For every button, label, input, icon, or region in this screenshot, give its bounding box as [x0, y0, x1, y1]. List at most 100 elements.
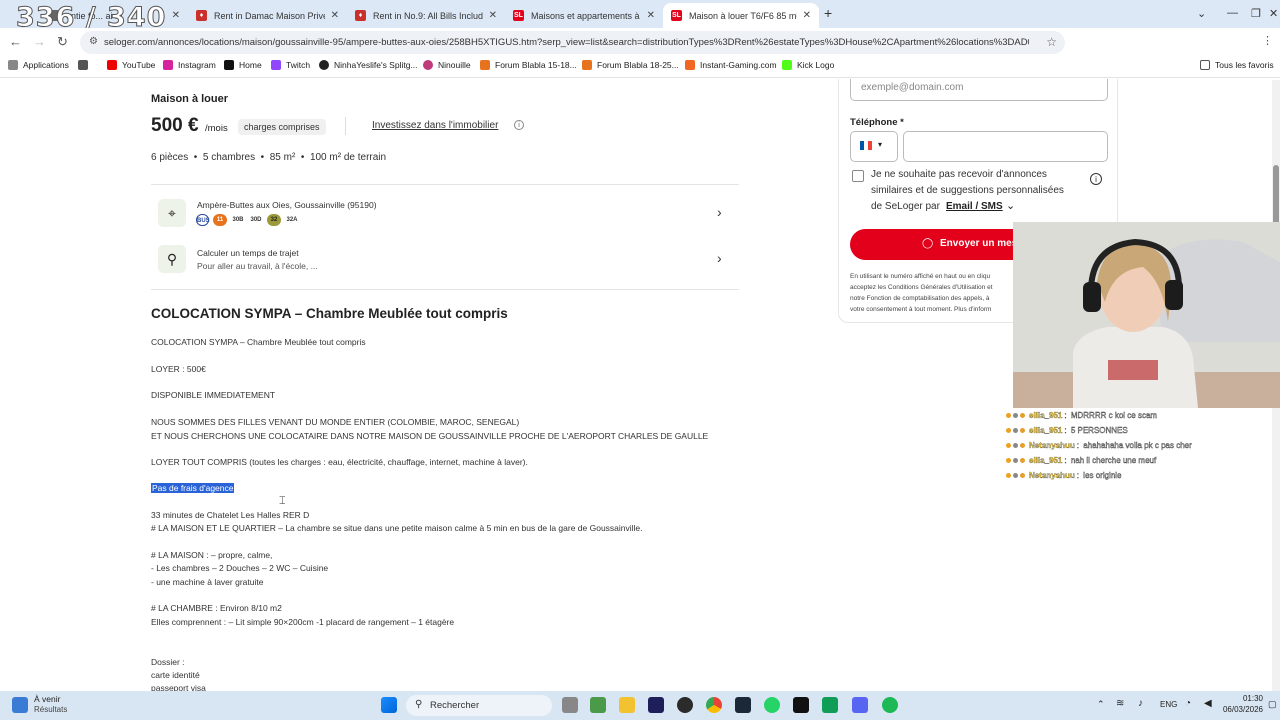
optout-checkbox[interactable]	[852, 170, 864, 182]
discord-icon[interactable]	[852, 697, 868, 713]
app-icon[interactable]	[590, 697, 606, 713]
description-line: - une machine à laver gratuite	[151, 577, 264, 587]
steam-icon[interactable]	[735, 697, 751, 713]
description-line: 33 minutes de Chatelet Les Halles RER D	[151, 510, 310, 520]
browser-tab[interactable]: SL Maisons et appartements à lou ✕	[505, 3, 663, 28]
notification-icon[interactable]: ▢	[1268, 699, 1277, 710]
forward-icon[interactable]: →	[33, 34, 46, 49]
badge-icon	[1006, 428, 1011, 433]
apps-grid-icon	[8, 60, 18, 70]
bookmark-splitgate[interactable]: NinhaYeslife's Splitg...	[319, 60, 418, 70]
close-icon[interactable]: ✕	[647, 10, 655, 21]
trajet-title[interactable]: Calculer un temps de trajet	[197, 248, 299, 258]
charges-badge: charges comprises	[238, 119, 326, 135]
microphone-icon[interactable]: ♪	[1138, 698, 1143, 709]
optout-text: Je ne souhaite pas recevoir d'annonces	[871, 169, 1047, 180]
tray-chevron-icon[interactable]: ⌃	[1097, 699, 1105, 710]
new-tab-icon[interactable]: +	[824, 5, 832, 21]
description-line: Elles comprennent : – Lit simple 90×200c…	[151, 617, 455, 627]
chrome-icon[interactable]	[706, 697, 722, 713]
bookmark-forum-1825[interactable]: Forum Blabla 18-25...	[582, 60, 679, 70]
maximize-icon[interactable]: ❐	[1251, 7, 1261, 20]
volume-icon[interactable]: ◀	[1204, 698, 1212, 709]
youtube-icon	[107, 60, 117, 70]
description-line: NOUS SOMMES DES FILLES VENANT DU MONDE E…	[151, 417, 520, 427]
bookmark-grid[interactable]	[78, 60, 93, 70]
address-bar[interactable]: ⚙ seloger.com/annonces/locations/maison/…	[80, 31, 1065, 54]
tiktok-icon[interactable]	[793, 697, 809, 713]
browser-tab[interactable]: ♦ Rent in Damac Maison Prive A ✕	[188, 3, 347, 28]
info-icon[interactable]: i	[514, 120, 524, 130]
explorer-icon[interactable]	[619, 697, 635, 713]
bus-badge: BUS	[196, 214, 210, 226]
weather-subtitle: Résultats	[34, 705, 68, 714]
tab-title: Maisons et appartements à lou	[531, 10, 641, 21]
bookmark-x[interactable]: Home	[224, 60, 262, 70]
mouse-cursor-icon: ⌶	[279, 495, 286, 507]
back-icon[interactable]: ←	[9, 34, 22, 49]
app-icon[interactable]	[822, 697, 838, 713]
language-indicator[interactable]: ENG	[1160, 700, 1177, 709]
close-icon[interactable]: ✕	[489, 10, 497, 21]
network-icon[interactable]: ≋	[1116, 698, 1124, 709]
email-field[interactable]: exemple@domain.com	[850, 79, 1108, 101]
close-icon[interactable]: ✕	[172, 10, 180, 21]
chevron-down-icon[interactable]: ⌄	[1006, 199, 1015, 212]
badge-icon	[1013, 428, 1018, 433]
windows-start-icon[interactable]	[381, 697, 397, 713]
bookmark-instagram[interactable]: Instagram	[163, 60, 216, 70]
price: 500 €	[151, 115, 199, 136]
badge-icon	[1020, 458, 1025, 463]
browser-tab-active[interactable]: SL Maison à louer T6/F6 85 m² 50 ✕	[663, 3, 819, 28]
description-line: COLOCATION SYMPA – Chambre Meublée tout …	[151, 337, 366, 347]
wifi-icon[interactable]: ◔	[1185, 698, 1191, 709]
taskbar-search[interactable]: ⚲ Rechercher	[406, 695, 552, 716]
bookmark-ninouille[interactable]: Ninouille	[423, 60, 471, 70]
instagram-icon	[163, 60, 173, 70]
bookmark-youtube[interactable]: YouTube	[107, 60, 155, 70]
tab-search-icon[interactable]: ⌄	[1197, 7, 1206, 20]
bookmark-all[interactable]: Tous les favoris	[1200, 60, 1274, 70]
spotify-icon[interactable]	[882, 697, 898, 713]
menu-icon[interactable]: ⋮	[1262, 34, 1273, 47]
premiere-icon[interactable]	[648, 697, 664, 713]
map-icon: ⌖	[158, 199, 186, 227]
bookmark-twitch[interactable]: Twitch	[271, 60, 310, 70]
country-select[interactable]: ▾	[850, 131, 898, 162]
info-icon[interactable]: i	[1090, 173, 1102, 185]
x-icon	[224, 60, 234, 70]
selected-text: Pas de frais d'agence	[151, 483, 235, 493]
bookmark-kick[interactable]: Kick Logo	[782, 60, 834, 70]
chevron-right-icon[interactable]: ›	[717, 204, 722, 220]
description-line: Dossier :	[151, 657, 185, 667]
optout-link[interactable]: Email / SMS	[946, 201, 1003, 212]
route-icon: ⚲	[158, 245, 186, 273]
bookmark-forum-1518[interactable]: Forum Blabla 15-18...	[480, 60, 577, 70]
bookmark-apps[interactable]: Applications	[8, 60, 69, 70]
site-info-icon[interactable]: ⚙	[89, 36, 98, 47]
bookmark-instant-gaming[interactable]: Instant-Gaming.com	[685, 60, 777, 70]
close-icon[interactable]: ✕	[803, 10, 811, 21]
legal-text: notre Fonction de comptabilisation des a…	[850, 295, 990, 302]
phone-field[interactable]	[903, 131, 1108, 162]
property-type: Maison à louer	[151, 93, 229, 105]
listing-heading: COLOCATION SYMPA – Chambre Meublée tout …	[151, 306, 508, 321]
description-line: # LA CHAMBRE : Environ 8/10 m2	[151, 603, 282, 613]
invest-link[interactable]: Investissez dans l'immobilier	[372, 120, 498, 131]
bookmark-star-icon[interactable]: ☆	[1046, 35, 1057, 49]
minimize-icon[interactable]: —	[1227, 7, 1238, 19]
task-view-icon[interactable]	[562, 697, 578, 713]
close-window-icon[interactable]: ✕	[1269, 7, 1278, 20]
clock-date[interactable]: 06/03/2026	[1221, 705, 1263, 714]
browser-tab[interactable]: ♦ Rent in No.9: All Bills Included | ✕	[347, 3, 505, 28]
whatsapp-icon[interactable]	[764, 697, 780, 713]
line-badge: 30D	[249, 214, 263, 226]
obs-icon[interactable]	[677, 697, 693, 713]
clock-time[interactable]: 01:30	[1225, 694, 1263, 703]
weather-icon[interactable]	[12, 697, 28, 713]
description-line: ET NOUS CHERCHONS UNE COLOCATAIRE DANS N…	[151, 431, 709, 441]
reload-icon[interactable]: ↻	[57, 34, 68, 50]
divider	[151, 184, 739, 185]
close-icon[interactable]: ✕	[331, 10, 339, 21]
chevron-right-icon[interactable]: ›	[717, 250, 722, 266]
